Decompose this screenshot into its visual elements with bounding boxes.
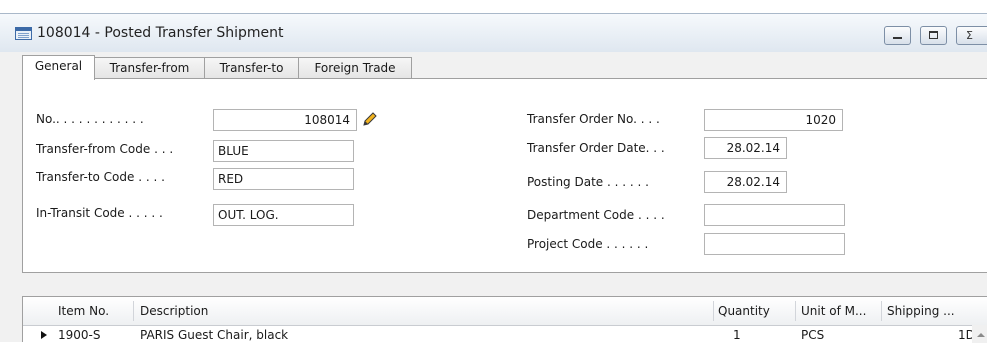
- close-button[interactable]: Σ: [956, 26, 987, 45]
- column-divider[interactable]: [713, 301, 714, 321]
- tab-transfer-to[interactable]: Transfer-to: [204, 57, 299, 79]
- transfer-order-date-field[interactable]: 28.02.14: [704, 137, 787, 159]
- maximize-button[interactable]: [920, 26, 947, 45]
- posting-date-field[interactable]: 28.02.14: [704, 171, 787, 193]
- no-field[interactable]: 108014: [213, 109, 357, 131]
- project-code-label: Project Code . . . . . .: [527, 237, 649, 251]
- column-header-shipping[interactable]: Shipping ...: [887, 304, 955, 318]
- column-header-item-no[interactable]: Item No.: [58, 304, 109, 318]
- department-code-field[interactable]: [704, 204, 845, 226]
- description-cell[interactable]: PARIS Guest Chair, black: [140, 328, 288, 342]
- title-bar: 108014 - Posted Transfer Shipment Σ: [0, 14, 987, 52]
- scroll-up-icon[interactable]: [972, 325, 987, 343]
- unit-cell[interactable]: PCS: [801, 328, 824, 342]
- column-divider[interactable]: [881, 301, 882, 321]
- column-header-quantity[interactable]: Quantity: [718, 304, 770, 318]
- transfer-from-code-field[interactable]: BLUE: [213, 140, 354, 162]
- column-header-unit-of-measure[interactable]: Unit of M...: [801, 304, 866, 318]
- pencil-icon[interactable]: [361, 110, 379, 128]
- row-selector-icon: [41, 331, 47, 339]
- general-tab-panel: No.. . . . . . . . . . . . 108014 Transf…: [22, 78, 987, 273]
- tab-transfer-from[interactable]: Transfer-from: [94, 57, 205, 79]
- department-code-label: Department Code . . . .: [527, 208, 665, 222]
- transfer-order-date-label: Transfer Order Date. . .: [527, 141, 665, 155]
- transfer-from-code-label: Transfer-from Code . . .: [36, 142, 174, 156]
- minimize-button[interactable]: [884, 26, 911, 45]
- item-no-cell[interactable]: 1900-S: [58, 328, 101, 342]
- transfer-to-code-field[interactable]: RED: [213, 168, 354, 190]
- no-label: No.. . . . . . . . . . . .: [36, 112, 144, 126]
- in-transit-code-field[interactable]: OUT. LOG.: [213, 204, 354, 226]
- posting-date-label: Posting Date . . . . . .: [527, 175, 649, 189]
- tab-general[interactable]: General: [22, 55, 95, 80]
- column-divider[interactable]: [795, 301, 796, 321]
- transfer-order-no-label: Transfer Order No. . . .: [527, 112, 660, 126]
- transfer-lines-grid: Item No. Description Quantity Unit of M.…: [22, 296, 987, 343]
- window-title: 108014 - Posted Transfer Shipment: [37, 25, 284, 41]
- in-transit-code-label: In-Transit Code . . . . .: [36, 206, 163, 220]
- quantity-cell[interactable]: 1: [733, 328, 741, 342]
- grid-header: Item No. Description Quantity Unit of M.…: [23, 297, 987, 326]
- transfer-order-no-field[interactable]: 1020: [704, 109, 843, 131]
- maximize-icon: [929, 31, 938, 39]
- window-form-icon: [15, 27, 32, 40]
- column-divider[interactable]: [133, 301, 134, 321]
- project-code-field[interactable]: [704, 233, 845, 255]
- minimize-icon: [893, 37, 902, 39]
- transfer-to-code-label: Transfer-to Code . . . .: [36, 170, 165, 184]
- tab-foreign-trade[interactable]: Foreign Trade: [298, 57, 412, 79]
- column-header-description[interactable]: Description: [140, 304, 208, 318]
